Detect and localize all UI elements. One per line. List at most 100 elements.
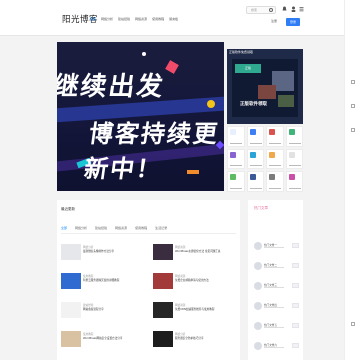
tab-4[interactable]: 使用教程 xyxy=(135,226,147,230)
article-title[interactable]: 免费CDN加速服务推荐与使用教程 xyxy=(175,308,241,312)
article-item[interactable]: 建站经验 网站备案流程分享 xyxy=(61,302,149,330)
quick-link-tile[interactable] xyxy=(266,171,284,192)
quick-link-tile[interactable] xyxy=(227,171,245,192)
follow-button[interactable] xyxy=(292,263,299,268)
article-title[interactable]: 服务器安全防护技巧分享 xyxy=(175,337,241,341)
qrcode-icon[interactable] xyxy=(351,128,355,132)
article-item[interactable]: 网络资源 免费CDN加速服务推荐与使用教程 xyxy=(153,302,241,330)
sidebar-row[interactable]: 热门文章一 xyxy=(254,242,299,256)
bell-icon[interactable] xyxy=(282,6,287,12)
quick-link-tile[interactable] xyxy=(246,126,264,147)
nav-item-resources[interactable]: 网络资源 xyxy=(135,17,147,21)
article-category[interactable]: 网络资源 xyxy=(175,274,185,278)
follow-button[interactable] xyxy=(292,303,299,308)
sidebar-row[interactable]: 热门文章二 xyxy=(254,262,299,276)
article-category[interactable]: 使用教程 xyxy=(83,332,93,336)
nav-item-guestbook[interactable]: 留言板 xyxy=(169,17,178,21)
article-thumbnail[interactable] xyxy=(61,244,81,260)
tab-2[interactable]: 建站经验 xyxy=(95,226,107,230)
sidebar-row[interactable]: 热门文章四 xyxy=(254,302,299,316)
follow-button[interactable] xyxy=(292,243,299,248)
quick-link-tile[interactable] xyxy=(246,148,264,170)
app-icon xyxy=(288,129,295,135)
tile-caption xyxy=(230,142,242,144)
quick-link-tile[interactable] xyxy=(285,126,303,147)
sidebar-row[interactable]: 热门文章五 xyxy=(254,322,299,336)
article-item[interactable]: 网络分析 最新微信头像制作方法分享 xyxy=(61,244,149,272)
article-title[interactable]: WordPress网站安全设置方法分享 xyxy=(83,337,149,341)
quick-link-tile[interactable] xyxy=(266,126,284,147)
follow-button[interactable] xyxy=(292,343,299,348)
avatar xyxy=(254,282,262,290)
article-thumbnail[interactable] xyxy=(61,273,81,289)
article-thumbnail[interactable] xyxy=(153,331,173,347)
article-title[interactable]: WordPress主题优化方法 常见问题汇总 xyxy=(175,250,241,254)
article-category[interactable]: 网络资源 xyxy=(175,303,185,307)
hero-banner[interactable]: 继续出发 博客持续更新中！ xyxy=(57,42,224,191)
tile-caption xyxy=(269,142,281,144)
category-tabs: 全部 网络分析 建站经验 网络资源 使用教程 生活记录 xyxy=(61,226,167,230)
nav-item-home[interactable]: 首页 xyxy=(90,17,96,21)
app-icon xyxy=(269,174,275,181)
article-category[interactable]: 建站经验 xyxy=(83,303,93,307)
article-title[interactable]: 阿里云服务器购买使用详细教程 xyxy=(83,279,149,283)
article-item[interactable]: 使用教程 WordPress网站安全设置方法分享 xyxy=(61,331,149,359)
article-thumbnail[interactable] xyxy=(153,302,173,318)
article-item[interactable]: 网络分析 服务器安全防护技巧分享 xyxy=(153,331,241,359)
follow-button[interactable] xyxy=(292,283,299,288)
sidebar-title: 热门文章 xyxy=(254,206,268,210)
share-icon[interactable] xyxy=(351,104,355,108)
nav-item-tutorials[interactable]: 使用教程 xyxy=(152,17,164,21)
app-icon xyxy=(249,174,256,181)
nav-item-analysis[interactable]: 网络分析 xyxy=(101,17,113,21)
quick-link-tile[interactable] xyxy=(266,148,284,170)
tab-0[interactable]: 全部 xyxy=(61,226,67,230)
promo-image: 正版 正版软件领取 xyxy=(232,59,298,117)
sidebar-row[interactable]: 热门文章六 xyxy=(254,342,299,356)
tile-caption xyxy=(249,165,262,167)
article-title[interactable]: 免费企业邮箱申请与使用方法 xyxy=(175,279,241,283)
article-title[interactable]: 网站备案流程分享 xyxy=(83,308,149,312)
article-thumbnail[interactable] xyxy=(153,244,173,260)
article-category[interactable]: 使用教程 xyxy=(83,274,93,278)
quick-link-tile[interactable] xyxy=(285,171,303,192)
quick-link-tile[interactable] xyxy=(227,148,245,170)
menu-icon[interactable] xyxy=(299,6,304,12)
article-thumbnail[interactable] xyxy=(61,302,81,318)
sidebar-row-meta xyxy=(264,287,284,288)
search-input[interactable]: 搜索 xyxy=(246,6,276,14)
promo-header: 正版软件免费领取 xyxy=(229,50,254,54)
nav-item-site-building[interactable]: 建站经验 xyxy=(118,17,130,21)
article-thumbnail[interactable] xyxy=(61,331,81,347)
top-header: 阳光博客 首页 网络分析 建站经验 网络资源 使用教程 留言板 搜索 注册 登录 xyxy=(0,0,360,36)
avatar xyxy=(254,342,262,350)
tab-1[interactable]: 网络分析 xyxy=(75,226,87,230)
tab-5[interactable]: 生活记录 xyxy=(155,226,167,230)
article-item[interactable]: 网络资源 WordPress主题优化方法 常见问题汇总 xyxy=(153,244,241,272)
quick-link-tile[interactable] xyxy=(227,126,245,147)
sidebar-row[interactable]: 热门文章三 xyxy=(254,282,299,296)
promo-thumbnail xyxy=(278,95,294,107)
tab-3[interactable]: 网络资源 xyxy=(115,226,127,230)
avatar xyxy=(254,322,262,330)
comment-icon[interactable] xyxy=(351,80,355,84)
article-item[interactable]: 网络资源 免费企业邮箱申请与使用方法 xyxy=(153,273,241,301)
article-category[interactable]: 网络分析 xyxy=(83,245,93,249)
user-icon[interactable] xyxy=(291,6,296,12)
quick-link-tile[interactable] xyxy=(246,171,264,192)
back-to-top-icon[interactable] xyxy=(351,322,355,326)
follow-button[interactable] xyxy=(292,323,299,328)
login-button[interactable]: 登录 xyxy=(286,18,300,26)
article-category[interactable]: 网络分析 xyxy=(175,332,185,336)
article-category[interactable]: 网络资源 xyxy=(175,245,185,249)
article-item[interactable]: 使用教程 阿里云服务器购买使用详细教程 xyxy=(61,273,149,301)
article-title[interactable]: 最新微信头像制作方法分享 xyxy=(83,250,149,254)
promo-card[interactable]: 正版软件免费领取 正版 正版软件领取 xyxy=(227,49,303,124)
banner-subline: 博客持续更新中！ xyxy=(82,120,222,183)
tile-caption xyxy=(249,187,262,189)
article-thumbnail[interactable] xyxy=(153,273,173,289)
search-icon[interactable] xyxy=(269,8,273,12)
page: 阳光博客 首页 网络分析 建站经验 网络资源 使用教程 留言板 搜索 注册 登录 xyxy=(0,0,360,360)
quick-link-tile[interactable] xyxy=(285,148,303,170)
register-link[interactable]: 注册 xyxy=(271,19,277,23)
